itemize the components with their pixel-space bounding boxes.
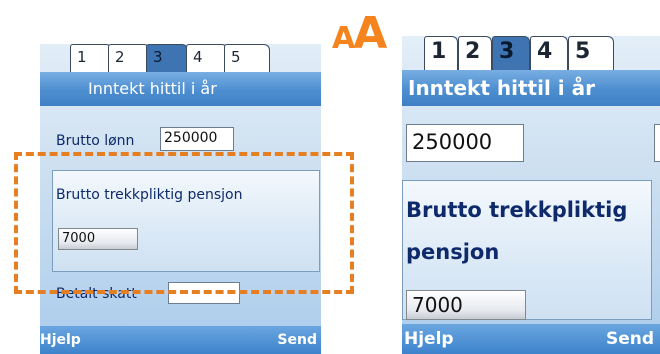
help-softkey[interactable]: Hjelp — [40, 332, 81, 348]
brutto-lonn-field[interactable]: 250000 — [406, 124, 524, 162]
tab-1[interactable]: 1 — [424, 36, 458, 70]
brutto-pensjon-field[interactable]: 7000 — [406, 290, 526, 320]
tab-2[interactable]: 2 — [108, 44, 150, 72]
tab-5[interactable]: 5 — [568, 36, 614, 70]
tab-4[interactable]: 4 — [530, 36, 568, 70]
title-bar: Inntekt hittil i år — [402, 70, 660, 106]
softkey-bar: Hjelp Send — [40, 326, 321, 354]
softkey-bar: Hjelp Send — [402, 324, 660, 354]
top-band — [40, 0, 321, 44]
title-bar: Inntekt hittil i år — [40, 72, 321, 106]
help-softkey[interactable]: Hjelp — [404, 329, 454, 349]
top-band — [402, 0, 660, 36]
tab-label: 4 — [193, 48, 203, 66]
brutto-pensjon-label-line2: pensjon — [406, 240, 500, 264]
tab-1[interactable]: 1 — [70, 44, 112, 72]
zoom-small-a: A — [332, 21, 355, 56]
tab-3[interactable]: 3 — [492, 36, 530, 70]
send-softkey[interactable]: Send — [277, 332, 317, 348]
tab-label: 4 — [537, 39, 553, 64]
text-zoom-icon: AA — [332, 8, 387, 59]
page-title: Inntekt hittil i år — [408, 76, 595, 100]
tab-2[interactable]: 2 — [458, 36, 492, 70]
tab-3[interactable]: 3 — [146, 44, 188, 72]
page-title: Inntekt hittil i år — [88, 79, 217, 98]
tab-label: 5 — [575, 39, 591, 64]
tab-label: 1 — [77, 48, 87, 66]
tab-label: 2 — [115, 48, 125, 66]
tab-4[interactable]: 4 — [186, 44, 228, 72]
highlight-dashed-box — [14, 152, 354, 294]
brutto-pensjon-label-line1: Brutto trekkpliktig — [406, 198, 628, 222]
tab-label: 2 — [465, 39, 481, 64]
tab-5[interactable]: 5 — [224, 44, 270, 72]
send-softkey[interactable]: Send — [606, 329, 654, 349]
tab-label: 3 — [153, 48, 163, 66]
zoom-big-a: A — [353, 8, 387, 59]
brutto-lonn-field[interactable]: 250000 — [160, 127, 234, 151]
tab-label: 1 — [431, 39, 447, 64]
adjacent-field-edge — [654, 124, 660, 162]
brutto-lonn-label: Brutto lønn — [56, 133, 135, 149]
phone-screen-zoomed: 1 2 3 4 5 Inntekt hittil i år 250000 Bru… — [402, 0, 660, 354]
tab-label: 5 — [231, 48, 241, 66]
tab-label: 3 — [499, 39, 515, 64]
